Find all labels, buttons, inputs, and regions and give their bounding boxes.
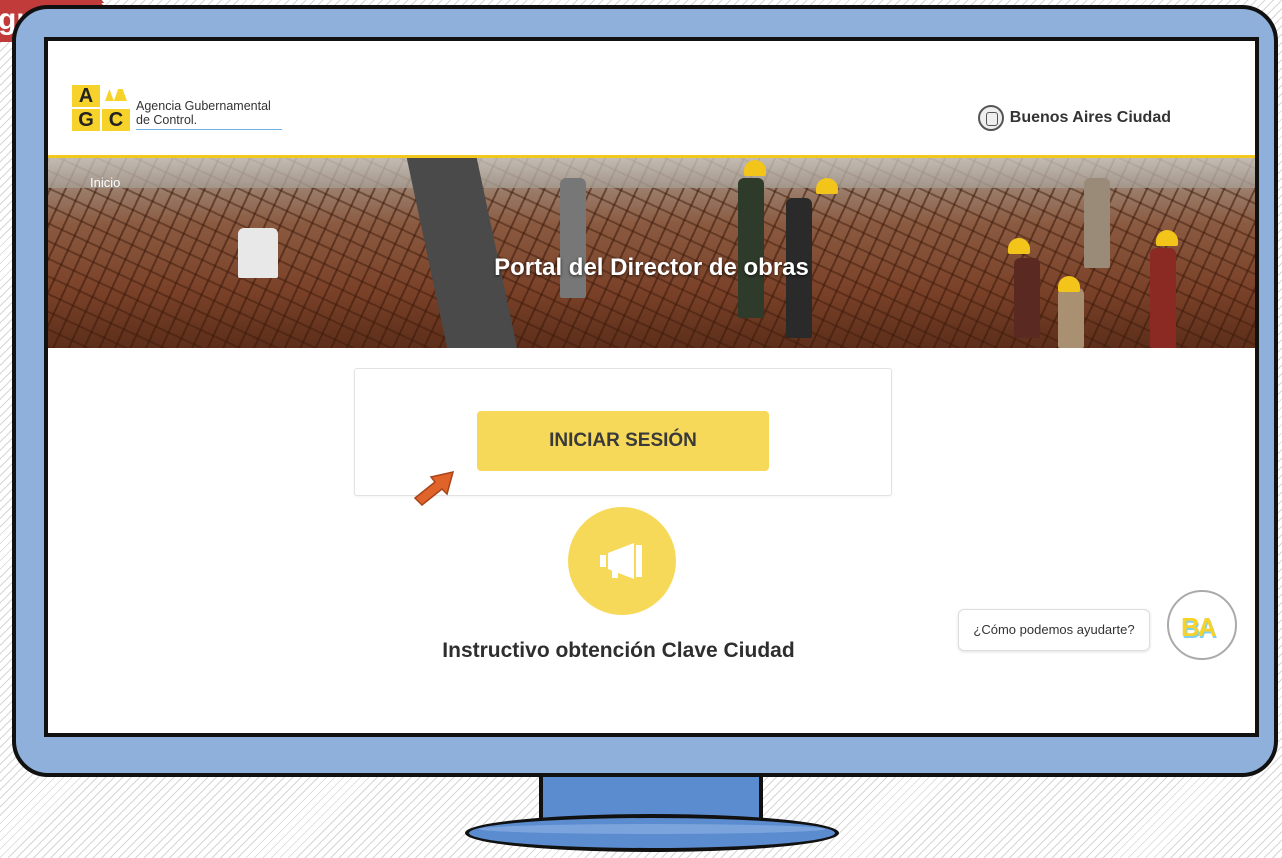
monitor-stand-base <box>465 814 839 852</box>
hero-hardhat <box>744 160 766 176</box>
chat-bot-avatar[interactable]: BA <box>1167 590 1237 660</box>
city-seal-icon <box>977 105 1004 131</box>
agc-logo[interactable]: A G C <box>72 85 130 131</box>
chat-bot-logo: BA <box>1181 612 1217 642</box>
chat-prompt[interactable]: ¿Cómo podemos ayudarte? <box>958 609 1150 651</box>
megaphone-icon <box>600 543 642 579</box>
site-header: A G C Agencia Gubernamental de Control. … <box>48 41 1255 158</box>
hero-background-sky <box>48 158 1255 188</box>
hero-hardhat <box>1156 230 1178 246</box>
hero-hardhat <box>1008 238 1030 254</box>
hero-banner: Inicio Portal del Director de obras <box>48 158 1255 348</box>
breadcrumb-inicio[interactable]: Inicio <box>90 175 120 190</box>
agc-logo-letter: A <box>72 85 100 107</box>
login-button[interactable]: INICIAR SESIÓN <box>477 411 769 471</box>
org-name: Agencia Gubernamental de Control. <box>136 99 271 127</box>
pointer-arrow-icon <box>413 470 455 507</box>
city-brand-label: Buenos Aires Ciudad <box>1009 109 1171 126</box>
org-name-underline <box>136 129 282 130</box>
city-brand[interactable]: Buenos Aires Ciudad <box>977 105 1171 131</box>
org-name-line1: Agencia Gubernamental <box>136 99 271 113</box>
page-title: Portal del Director de obras <box>494 254 809 281</box>
agc-logo-letter: G <box>72 109 100 131</box>
hero-hardhat <box>816 178 838 194</box>
org-name-line2: de Control. <box>136 113 198 127</box>
browser-screen: A G C Agencia Gubernamental de Control. … <box>44 37 1259 737</box>
instructivo-icon-button[interactable] <box>568 507 676 615</box>
hero-worker-figure <box>738 178 764 318</box>
hero-worker-figure <box>1058 288 1084 348</box>
agc-logo-ba-mark <box>102 85 130 107</box>
agc-logo-letter: C <box>102 109 130 131</box>
